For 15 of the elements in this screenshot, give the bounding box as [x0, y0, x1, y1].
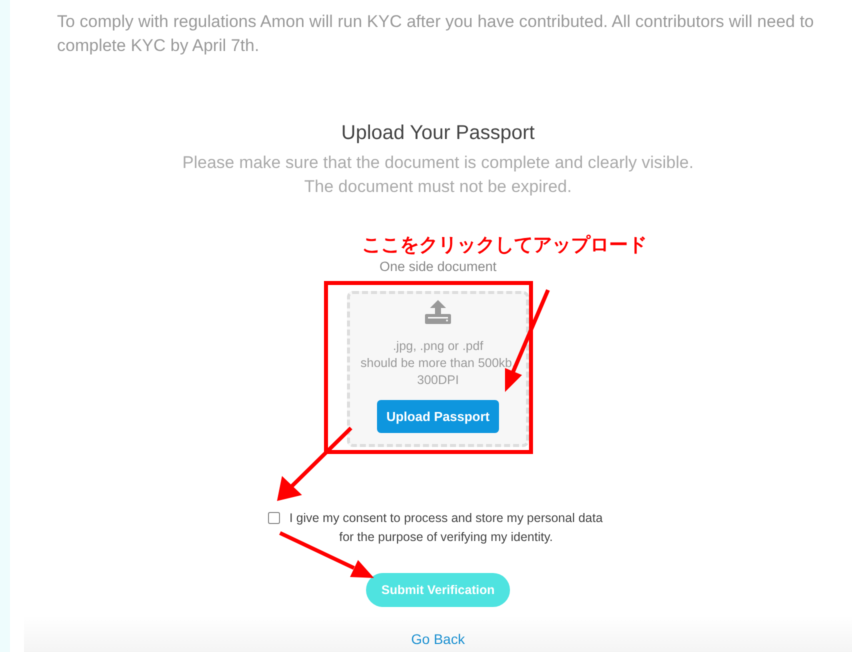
upload-button[interactable]: Upload Passport: [377, 400, 499, 433]
drop-zone[interactable]: .jpg, .png or .pdf should be more than 500kb, 300DPI Upload Passport: [347, 291, 529, 447]
annotation-label: ここをクリックしてアップロード: [362, 233, 647, 258]
instruction-text: The document must not be expired.: [304, 176, 572, 198]
intro-text: To comply with regulations Amon will run KYC after you have contributed. All contributors will need to complete KYC by April 7th.: [57, 11, 815, 57]
document-label: One side document: [379, 259, 497, 275]
file-hint: 300DPI: [417, 372, 459, 389]
consent-text: I give my consent to process and store my personal data for the purpose of verifying my identity.: [288, 510, 604, 546]
go-back-link[interactable]: Go Back: [411, 631, 465, 649]
file-hint: should be more than 500kb,: [360, 355, 516, 372]
instruction-text: Please make sure that the document is complete and clearly visible.: [182, 152, 694, 174]
consent-checkbox[interactable]: [268, 512, 280, 524]
upload-icon: [425, 300, 451, 324]
section-title: Upload Your Passport: [341, 122, 535, 145]
file-hint: .jpg, .png or .pdf: [392, 338, 484, 355]
